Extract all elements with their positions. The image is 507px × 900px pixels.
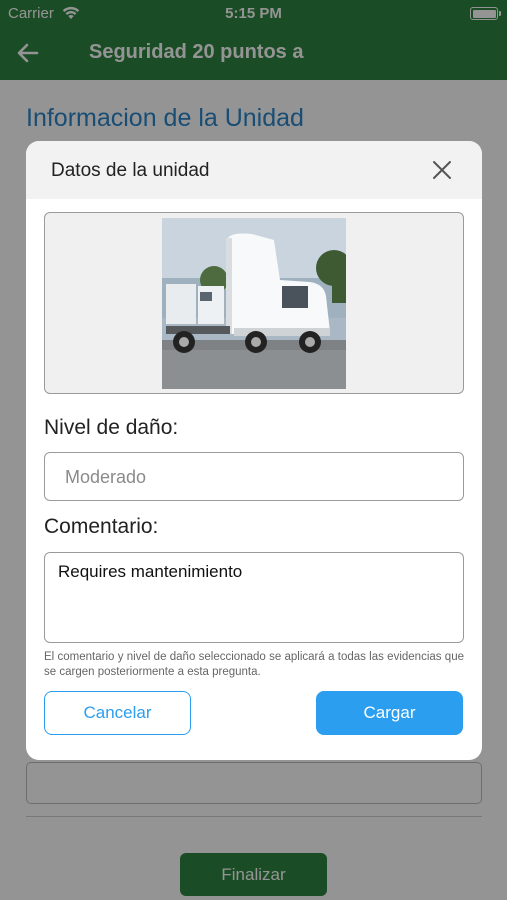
- unit-data-modal: Datos de la unidad Nivel de daño: Modera…: [26, 141, 482, 760]
- truck-photo[interactable]: [162, 218, 346, 389]
- modal-header: Datos de la unidad: [26, 141, 482, 199]
- damage-level-placeholder: Moderado: [65, 467, 147, 487]
- upload-button[interactable]: Cargar: [316, 691, 463, 735]
- damage-level-label: Nivel de daño:: [44, 416, 179, 439]
- modal-title: Datos de la unidad: [51, 160, 210, 181]
- damage-level-input[interactable]: Moderado: [44, 452, 464, 501]
- comment-textarea[interactable]: Requires mantenimiento: [44, 552, 464, 643]
- close-icon[interactable]: [430, 158, 454, 182]
- cancel-button[interactable]: Cancelar: [44, 691, 191, 735]
- comment-label: Comentario:: [44, 515, 159, 538]
- hint-text: El comentario y nivel de daño selecciona…: [44, 651, 464, 678]
- comment-value: Requires mantenimiento: [58, 562, 243, 581]
- image-frame: [44, 212, 464, 394]
